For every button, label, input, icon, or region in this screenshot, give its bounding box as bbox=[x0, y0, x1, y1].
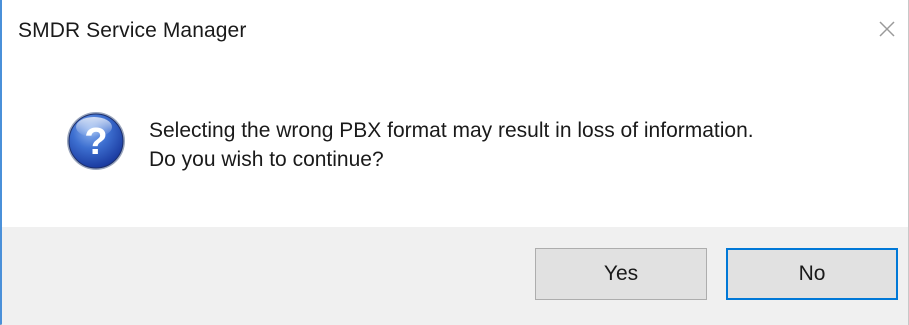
svg-text:?: ? bbox=[84, 121, 107, 163]
message-line-2: Do you wish to continue? bbox=[149, 148, 384, 171]
window-title: SMDR Service Manager bbox=[18, 19, 247, 42]
close-button[interactable] bbox=[872, 14, 902, 44]
dialog-content: ? Selecting the wrong PBX format may res… bbox=[2, 62, 908, 227]
message-text: Selecting the wrong PBX format may resul… bbox=[149, 116, 754, 174]
message-dialog: SMDR Service Manager ? Selecting the wro… bbox=[0, 0, 909, 325]
message-line-1: Selecting the wrong PBX format may resul… bbox=[149, 119, 754, 142]
close-icon bbox=[879, 21, 895, 37]
button-bar: Yes No bbox=[2, 227, 908, 325]
title-bar[interactable]: SMDR Service Manager bbox=[2, 0, 908, 62]
no-button[interactable]: No bbox=[726, 248, 898, 300]
question-icon: ? bbox=[67, 112, 125, 170]
yes-button[interactable]: Yes bbox=[535, 248, 707, 300]
